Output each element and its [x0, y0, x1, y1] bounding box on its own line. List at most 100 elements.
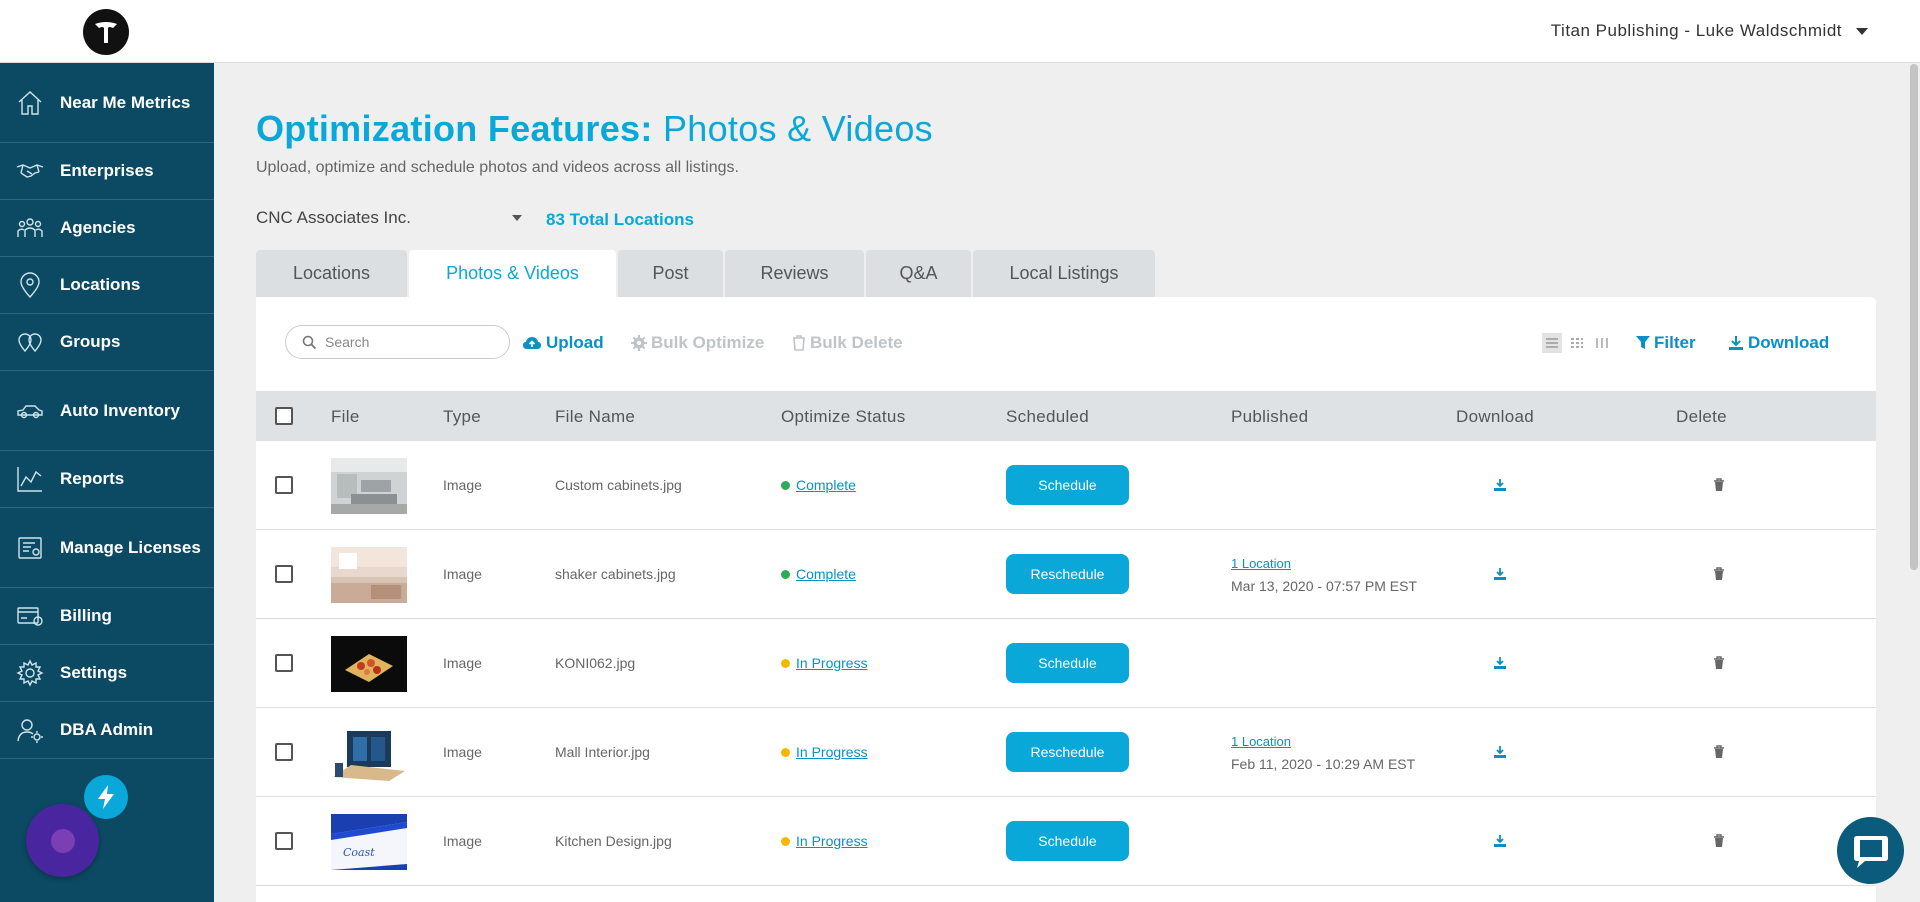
trash-icon[interactable]	[1713, 656, 1727, 670]
page-subtitle: Upload, optimize and schedule photos and…	[256, 159, 739, 176]
svg-text:Coast: Coast	[343, 846, 375, 859]
file-name: Kitchen Design.jpg	[555, 833, 672, 849]
tab-local-listings[interactable]: Local Listings	[973, 250, 1155, 297]
user-account-menu[interactable]: Titan Publishing - Luke Waldschmidt	[1551, 21, 1868, 41]
upload-label: Upload	[546, 333, 604, 352]
trash-icon[interactable]	[1713, 745, 1727, 759]
row-checkbox[interactable]	[275, 743, 293, 761]
tab-photos-videos[interactable]: Photos & Videos	[409, 250, 616, 297]
sidebar-item-label: Manage Licenses	[60, 537, 201, 557]
file-thumbnail[interactable]	[331, 458, 407, 514]
status-link[interactable]: Complete	[796, 477, 856, 493]
assistant-launcher-button[interactable]	[26, 804, 99, 877]
trash-icon[interactable]	[1713, 567, 1727, 581]
page-scrollbar[interactable]	[1910, 64, 1918, 570]
search-input[interactable]	[325, 334, 495, 350]
bulk-delete-button[interactable]: Bulk Delete	[792, 333, 903, 353]
sidebar-item-locations[interactable]: Locations	[0, 257, 214, 314]
sidebar-item-label: Groups	[60, 332, 121, 351]
titan-logo[interactable]	[83, 9, 129, 55]
download-icon[interactable]	[1493, 478, 1507, 492]
published-locations-link[interactable]: 1 Location	[1231, 730, 1415, 753]
download-icon[interactable]	[1493, 567, 1507, 581]
bulk-optimize-button[interactable]: Bulk Optimize	[631, 333, 764, 353]
tab-qa[interactable]: Q&A	[866, 250, 971, 297]
row-checkbox[interactable]	[275, 476, 293, 494]
handshake-icon	[15, 156, 45, 186]
download-icon[interactable]	[1493, 745, 1507, 759]
search-box[interactable]	[285, 325, 510, 359]
row-checkbox[interactable]	[275, 565, 293, 583]
sidebar-item-label: DBA Admin	[60, 720, 154, 739]
reschedule-button[interactable]: Reschedule	[1006, 732, 1129, 772]
select-all-checkbox[interactable]	[275, 407, 293, 425]
row-checkbox[interactable]	[275, 832, 293, 850]
reschedule-button[interactable]: Reschedule	[1006, 554, 1129, 594]
sidebar-item-auto-inventory[interactable]: Auto Inventory	[0, 371, 214, 451]
file-thumbnail[interactable]	[331, 547, 407, 603]
sidebar-item-label: Enterprises	[60, 161, 154, 180]
schedule-button[interactable]: Schedule	[1006, 821, 1129, 861]
published-locations-link[interactable]: 1 Location	[1231, 552, 1417, 575]
top-bar: Titan Publishing - Luke Waldschmidt	[0, 0, 1920, 63]
sidebar-item-near-me-metrics[interactable]: Near Me Metrics	[0, 63, 214, 143]
published-date: Mar 13, 2020 - 07:57 PM EST	[1231, 578, 1417, 594]
column-view-icon[interactable]	[1592, 333, 1612, 353]
column-header-file: File	[331, 407, 360, 426]
file-thumbnail[interactable]: Coast	[331, 814, 407, 870]
upload-button[interactable]: Upload	[522, 333, 604, 353]
file-name: Mall Interior.jpg	[555, 744, 650, 760]
grid-view-icon[interactable]	[1567, 333, 1587, 353]
trash-icon[interactable]	[1713, 834, 1727, 848]
status-link[interactable]: In Progress	[796, 744, 868, 760]
sidebar-item-label: Billing	[60, 606, 112, 625]
sidebar-item-settings[interactable]: Settings	[0, 645, 214, 702]
bulk-delete-label: Bulk Delete	[810, 333, 903, 352]
schedule-button[interactable]: Schedule	[1006, 643, 1129, 683]
download-icon[interactable]	[1493, 834, 1507, 848]
published-date: Feb 11, 2020 - 10:29 AM EST	[1231, 756, 1416, 772]
trash-icon	[793, 335, 805, 351]
company-select-value: CNC Associates Inc.	[256, 208, 411, 227]
total-locations-link[interactable]: 83 Total Locations	[546, 210, 694, 230]
sidebar-item-dba-admin[interactable]: DBA Admin	[0, 702, 214, 759]
company-select[interactable]: CNC Associates Inc.	[256, 208, 522, 228]
sidebar-item-manage-licenses[interactable]: Manage Licenses	[0, 508, 214, 588]
tab-locations[interactable]: Locations	[256, 250, 407, 297]
download-all-button[interactable]: Download	[1728, 333, 1829, 353]
sidebar-item-groups[interactable]: Groups	[0, 314, 214, 371]
chat-launcher-button[interactable]	[1837, 817, 1904, 884]
map-pin-icon	[15, 270, 45, 300]
status-link[interactable]: In Progress	[796, 833, 868, 849]
sidebar-item-reports[interactable]: Reports	[0, 451, 214, 508]
sidebar-item-enterprises[interactable]: Enterprises	[0, 143, 214, 200]
status-dot-icon	[781, 658, 790, 668]
filter-label: Filter	[1654, 333, 1696, 352]
tab-reviews[interactable]: Reviews	[725, 250, 864, 297]
lightning-icon	[98, 785, 114, 809]
tab-post[interactable]: Post	[618, 250, 723, 297]
sidebar-item-label: Auto Inventory	[60, 400, 180, 420]
sidebar-item-label: Settings	[60, 663, 128, 682]
schedule-button[interactable]: Schedule	[1006, 465, 1129, 505]
row-checkbox[interactable]	[275, 654, 293, 672]
sidebar-item-agencies[interactable]: Agencies	[0, 200, 214, 257]
file-thumbnail[interactable]	[331, 636, 407, 692]
status-link[interactable]: Complete	[796, 566, 856, 582]
file-type: Image	[443, 744, 482, 760]
trash-icon[interactable]	[1713, 478, 1727, 492]
table-header: File Type File Name Optimize Status Sche…	[256, 391, 1876, 441]
sidebar-item-billing[interactable]: Billing	[0, 588, 214, 645]
optimize-status: In Progress	[781, 744, 868, 760]
file-thumbnail[interactable]	[331, 725, 407, 781]
file-name: shaker cabinets.jpg	[555, 566, 676, 582]
list-view-icon[interactable]	[1542, 333, 1562, 353]
sidebar-item-label: Locations	[60, 275, 141, 294]
download-icon[interactable]	[1493, 656, 1507, 670]
filter-button[interactable]: Filter	[1636, 333, 1696, 353]
quick-action-button[interactable]	[84, 775, 128, 819]
status-link[interactable]: In Progress	[796, 655, 868, 671]
chevron-down-icon	[512, 215, 522, 221]
status-dot-icon	[781, 747, 790, 757]
sidebar-item-label: Near Me Metrics	[60, 92, 191, 112]
